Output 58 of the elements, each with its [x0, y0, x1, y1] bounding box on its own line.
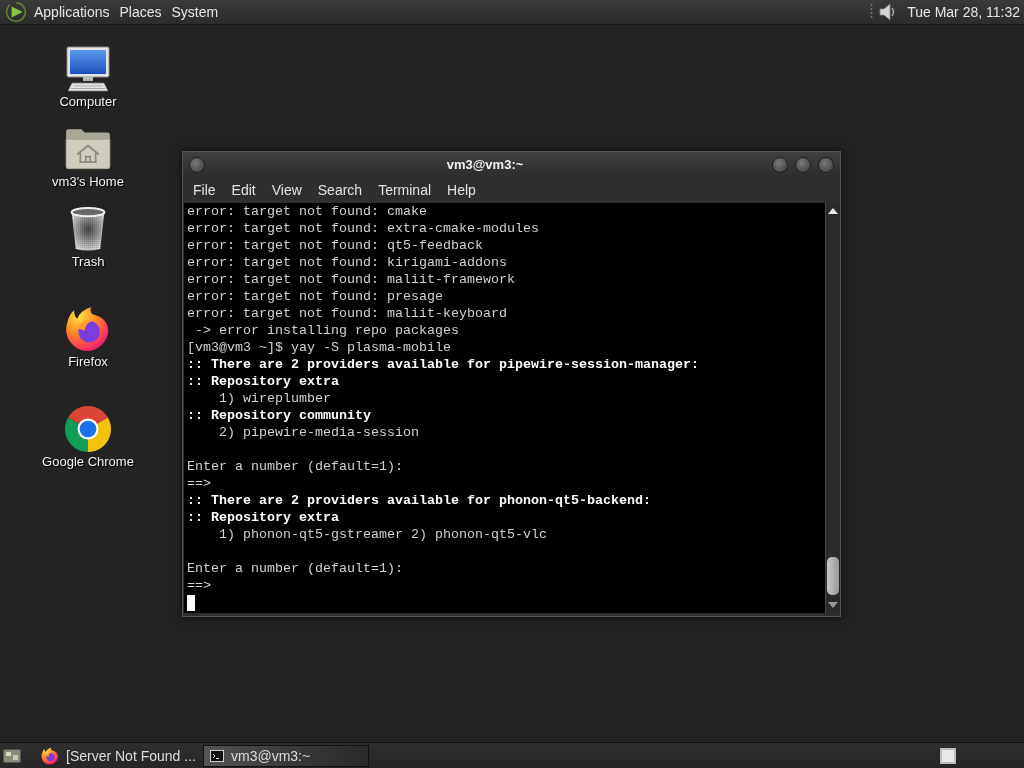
terminal-line: Enter a number (default=1): [187, 560, 404, 577]
terminal-line: :: There are 2 providers available for phonon-qt5-backend: [187, 492, 652, 509]
text-cursor [187, 595, 195, 611]
menu-item[interactable]: Edit [223, 180, 264, 200]
menu-item[interactable]: Search [309, 180, 371, 200]
menu-item[interactable]: Help [439, 180, 484, 200]
home-folder-icon[interactable] [65, 126, 111, 172]
desktop-shortcut[interactable]: Google Chrome [33, 406, 143, 469]
terminal-line: 1) phonon-qt5-gstreamer 2) phonon-qt5-vlc [218, 526, 548, 543]
terminal-line: ==> [187, 475, 212, 492]
terminal-line: ==> [187, 577, 212, 594]
desktop-shortcut[interactable]: Computer [33, 46, 143, 109]
terminal-line: :: There are 2 providers available for pipewire-session-manager: [187, 356, 700, 373]
monitor-icon[interactable] [65, 46, 111, 92]
panel-menu[interactable]: System [166, 2, 224, 22]
terminal-line: :: Repository extra [187, 373, 340, 390]
chrome-icon[interactable] [65, 406, 111, 452]
terminal-line: error: target not found: cmake [187, 203, 428, 220]
window-title: vm3@vm3:~ [445, 157, 525, 172]
terminal-line: error: target not found: qt5-feedback [187, 237, 484, 254]
menu-item[interactable]: File [185, 180, 224, 200]
desktop-shortcut[interactable]: vm3's Home [33, 126, 143, 189]
terminal-line: error: target not found: extra-cmake-modules [187, 220, 540, 237]
up-arrow-icon[interactable] [828, 207, 838, 215]
terminal-line: error: target not found: kirigami-addons [187, 254, 508, 271]
close-button[interactable] [818, 156, 834, 173]
scrollbar-thumb[interactable] [827, 557, 839, 595]
firefox-icon[interactable] [41, 746, 59, 765]
panel-menu[interactable]: Applications [29, 2, 115, 22]
desktop-shortcut[interactable]: Firefox [33, 306, 143, 369]
panel-clock[interactable]: Tue Mar 28, 11:32 [907, 4, 1020, 20]
terminal-line: error: target not found: presage [187, 288, 444, 305]
terminal-icon [210, 749, 224, 762]
workspace-switcher[interactable] [940, 747, 956, 764]
terminal-line: 1) wireplumber [218, 390, 332, 407]
drag-handle-icon[interactable] [870, 3, 874, 21]
menu-item[interactable]: Terminal [370, 180, 440, 200]
terminal-line: error: target not found: maliit-keyboard [187, 305, 508, 322]
scrollbar[interactable] [825, 203, 840, 613]
taskbar-button[interactable]: vm3@vm3:~ [203, 744, 369, 767]
panel-menu[interactable]: Places [114, 2, 167, 22]
desktop-shortcut[interactable]: Trash [33, 206, 143, 269]
terminal-line: error: target not found: maliit-framework [187, 271, 516, 288]
minimize-button[interactable] [772, 156, 788, 173]
terminal-line: :: Repository community [187, 407, 372, 424]
terminal-line: 2) pipewire-media-session [218, 424, 420, 441]
firefox-icon[interactable] [65, 306, 111, 352]
show-desktop-icon[interactable] [3, 747, 21, 764]
terminal-line: [vm3@vm3 ~]$ yay -S plasma-mobile [187, 339, 452, 356]
maximize-button[interactable] [795, 156, 811, 173]
terminal-line: :: Repository extra [187, 509, 340, 526]
terminal-line: Enter a number (default=1): [187, 458, 404, 475]
menu-item[interactable]: View [263, 180, 310, 200]
down-arrow-icon[interactable] [828, 601, 838, 609]
terminal-line: -> error installing repo packages [194, 322, 460, 339]
taskbar-button[interactable]: [Server Not Found ... [34, 744, 200, 767]
window-menu-button[interactable] [189, 156, 205, 173]
triangle-logo-icon[interactable] [5, 1, 27, 23]
